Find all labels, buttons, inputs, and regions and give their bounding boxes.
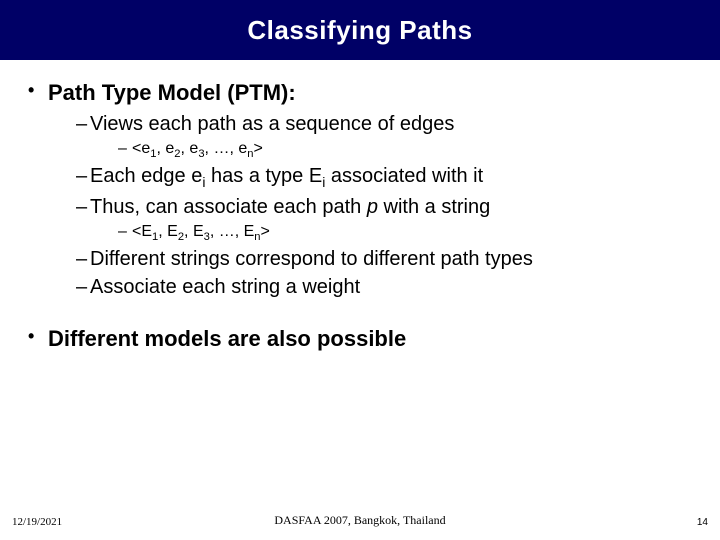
slide-content: Path Type Model (PTM): Views each path a… — [0, 60, 720, 352]
bullet-ptm: Path Type Model (PTM): Views each path a… — [28, 80, 700, 300]
sub-views-each-text: Views each path as a sequence of edges — [90, 113, 454, 135]
sub-list-1: Views each path as a sequence of edges <… — [48, 112, 700, 300]
sub-sub-list-2: <E1, E2, E3, …, En> — [90, 222, 700, 244]
slide: Classifying Paths Path Type Model (PTM):… — [0, 0, 720, 540]
bullet-list: Path Type Model (PTM): Views each path a… — [20, 80, 700, 352]
sub-sub-list-1: <e1, e2, e3, …, en> — [90, 139, 700, 161]
slide-title: Classifying Paths — [247, 15, 472, 46]
sub2-type-seq: <E1, E2, E3, …, En> — [118, 222, 700, 244]
sub-diff-strings: Different strings correspond to differen… — [76, 247, 700, 272]
footer-venue: DASFAA 2007, Bangkok, Thailand — [0, 513, 720, 528]
sub2-edge-seq: <e1, e2, e3, …, en> — [118, 139, 700, 161]
sub-each-edge: Each edge ei has a type Ei associated wi… — [76, 164, 700, 192]
bullet-diff-models-text: Different models are also possible — [48, 326, 406, 351]
sub-thus-assoc: Thus, can associate each path p with a s… — [76, 195, 700, 244]
title-bar: Classifying Paths — [0, 0, 720, 60]
slide-number: 14 — [697, 517, 708, 528]
bullet-diff-models: Different models are also possible — [28, 326, 700, 352]
sub-views-each: Views each path as a sequence of edges <… — [76, 112, 700, 161]
sub-thus-assoc-text: Thus, can associate each path p with a s… — [90, 196, 490, 218]
sub-assoc-weight: Associate each string a weight — [76, 275, 700, 300]
bullet-ptm-text: Path Type Model (PTM): — [48, 80, 296, 105]
